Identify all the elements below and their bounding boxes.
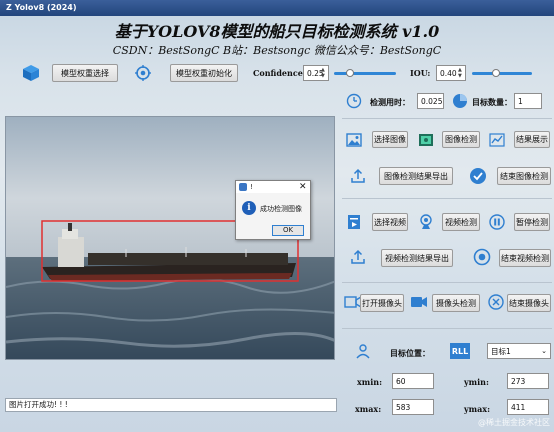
divider: [342, 282, 552, 283]
select-image-button[interactable]: 选择图像: [372, 131, 408, 148]
iou-slider[interactable]: [472, 72, 532, 75]
location-person-icon: [355, 343, 371, 359]
time-label: 检测用时：: [370, 97, 410, 107]
video-file-icon: [346, 214, 362, 230]
upload-icon: [350, 249, 366, 265]
window-title: Z Yolov8 (2024): [6, 3, 77, 12]
count-label: 目标数量：: [472, 97, 512, 107]
dialog-title: !: [250, 183, 253, 191]
stop-circle-icon: [473, 248, 491, 266]
export-image-result-button[interactable]: 图像检测结果导出: [379, 167, 453, 185]
spin-arrows-icon[interactable]: ▲ ▼: [458, 67, 464, 79]
confidence-spinbox[interactable]: 0.25 ▲ ▼: [303, 65, 329, 81]
end-video-detect-button[interactable]: 结束视频检测: [499, 249, 551, 267]
message-dialog: ! ✕ i 成功检测图像 OK: [235, 180, 311, 240]
clock-icon: [346, 93, 362, 109]
ymin-label: ymin:: [464, 377, 489, 387]
target-select-dropdown[interactable]: 目标1 ⌄: [487, 343, 551, 359]
open-camera-button[interactable]: 打开摄像头: [360, 294, 404, 312]
status-bar: 图片打开成功! ! !: [5, 398, 337, 412]
webcam-icon: [418, 214, 434, 230]
dialog-message: 成功检测图像: [260, 205, 302, 213]
target-settings-icon: [134, 64, 152, 82]
watermark-text: @稀土掘金技术社区: [478, 418, 550, 427]
app-subtitle: CSDN：BestSongC B站：Bestsongc 微信公众号：BestSo…: [112, 44, 442, 57]
image-icon: [346, 132, 362, 148]
pie-chart-icon: [452, 93, 468, 109]
window-titlebar: Z Yolov8 (2024): [0, 0, 554, 16]
close-icon[interactable]: ✕: [299, 181, 307, 193]
app-icon: [239, 183, 247, 191]
video-detect-button[interactable]: 视频检测: [442, 213, 480, 231]
video-camera-icon: [410, 295, 428, 309]
confidence-label: Confidence:: [253, 68, 306, 78]
camera-detect-button[interactable]: 摄像头检测: [432, 294, 480, 312]
count-value: 1: [514, 93, 542, 109]
end-camera-button[interactable]: 结束摄像头: [507, 294, 551, 312]
iou-label: IOU:: [410, 68, 431, 78]
chevron-down-icon[interactable]: ⌄: [541, 344, 547, 359]
select-video-button[interactable]: 选择视频: [372, 213, 408, 231]
show-result-button[interactable]: 结果展示: [514, 131, 550, 148]
pause-icon: [489, 214, 505, 230]
iou-slider-handle[interactable]: [492, 69, 500, 77]
end-image-detect-button[interactable]: 结束图像检测: [497, 167, 551, 185]
image-detect-button[interactable]: 图像检测: [442, 131, 480, 148]
iou-spinbox[interactable]: 0.40 ▲ ▼: [436, 65, 466, 81]
xmax-label: xmax:: [355, 404, 382, 414]
divider: [342, 198, 552, 199]
list-icon: RLL: [450, 343, 470, 359]
check-circle-icon: [469, 167, 487, 185]
divider: [342, 118, 552, 119]
export-video-result-button[interactable]: 视频检测结果导出: [381, 249, 453, 267]
spin-arrows-icon[interactable]: ▲ ▼: [321, 67, 327, 79]
xmin-value: 60: [392, 373, 434, 389]
pause-detect-button[interactable]: 暂停检测: [514, 213, 550, 231]
ymin-value: 273: [507, 373, 549, 389]
confidence-slider-handle[interactable]: [345, 69, 354, 77]
trend-chart-icon: [489, 132, 505, 148]
status-message: 图片打开成功! ! !: [9, 400, 68, 409]
app-title: 基于YOLOV8模型的船只目标检测系统 v1.0: [114, 22, 440, 41]
xmax-value: 583: [392, 399, 434, 415]
divider: [342, 328, 552, 329]
cube-icon: [22, 64, 40, 82]
dialog-ok-button[interactable]: OK: [272, 225, 304, 236]
image-detect-icon: [418, 132, 434, 148]
select-weights-button[interactable]: 模型权重选择: [52, 64, 118, 82]
time-value: 0.025: [417, 93, 444, 109]
target-position-label: 目标位置：: [390, 348, 430, 358]
iou-value: 0.40: [440, 69, 457, 78]
init-weights-button[interactable]: 模型权重初始化: [170, 64, 238, 82]
xmin-label: xmin:: [357, 377, 383, 387]
ymax-label: ymax:: [464, 404, 491, 414]
info-icon: i: [242, 201, 256, 215]
close-circle-icon: [488, 294, 504, 310]
confidence-slider[interactable]: [334, 72, 396, 75]
ymax-value: 411: [507, 399, 549, 415]
upload-icon: [350, 168, 366, 184]
target-select-value: 目标1: [491, 347, 511, 356]
